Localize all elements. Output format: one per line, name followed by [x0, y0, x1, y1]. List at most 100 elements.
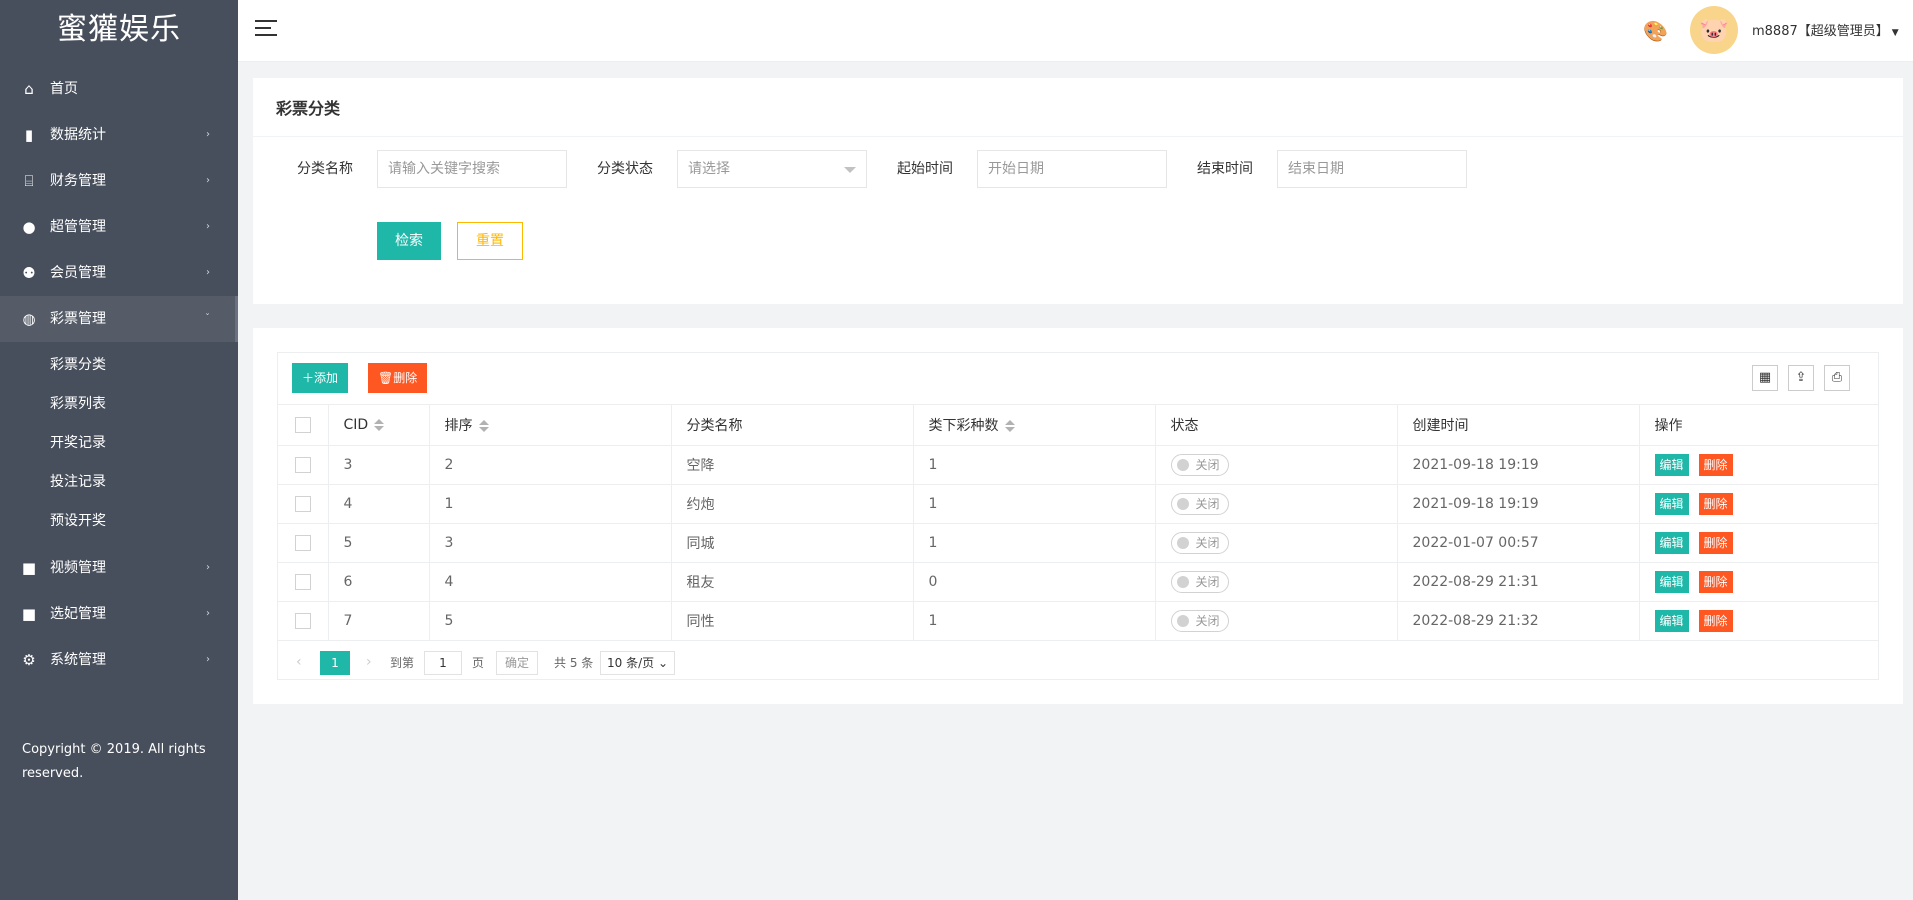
- subnav-item-preset-draw[interactable]: 预设开奖: [0, 502, 238, 541]
- table-row: 3 2 空降 1 关闭 2021-09-18 19:19 编辑 删除: [278, 445, 1878, 485]
- start-date-input[interactable]: 开始日期: [977, 150, 1167, 188]
- sidebar-item-label: 超管管理: [50, 219, 106, 235]
- cell-cid: 5: [328, 523, 430, 563]
- table-row: 6 4 租友 0 关闭 2022-08-29 21:31 编辑 删除: [278, 562, 1878, 602]
- status-toggle[interactable]: 关闭: [1170, 609, 1229, 632]
- sidebar-item-label: 视频管理: [50, 560, 106, 576]
- status-toggle[interactable]: 关闭: [1170, 453, 1229, 476]
- cell-created: 2021-09-18 19:19: [1397, 484, 1640, 524]
- row-checkbox[interactable]: [294, 495, 311, 512]
- user-menu[interactable]: m8887【超级管理员】 ▼: [1752, 20, 1899, 39]
- copyright-text: Copyright © 2019. All rights reserved.: [22, 742, 206, 781]
- cell-sort: 5: [429, 601, 672, 641]
- columns-filter-icon[interactable]: ▦: [1752, 365, 1778, 391]
- chevron-right-icon: ›: [206, 654, 210, 665]
- delete-button[interactable]: 删除: [1698, 570, 1733, 593]
- column-header-cid[interactable]: CID: [328, 405, 430, 446]
- page-size-select[interactable]: 10 条/页 ⌄: [600, 651, 676, 675]
- column-label: 操作: [1654, 417, 1683, 434]
- subnav-item-lottery-category[interactable]: 彩票分类: [0, 346, 238, 385]
- column-label: CID: [343, 416, 369, 433]
- sidebar-item-concubine[interactable]: ■ 选妃管理 ›: [0, 591, 238, 637]
- sidebar-item-stats[interactable]: ▮ 数据统计 ›: [0, 112, 238, 158]
- row-checkbox[interactable]: [294, 534, 311, 551]
- row-checkbox[interactable]: [294, 612, 311, 629]
- batch-delete-button[interactable]: 🗑删除: [368, 363, 428, 393]
- cell-cid: 3: [328, 445, 430, 485]
- sidebar-item-label: 系统管理: [50, 652, 106, 668]
- sidebar-item-video[interactable]: ■ 视频管理 ›: [0, 545, 238, 591]
- search-card: 彩票分类 分类名称 请输入关键字搜索 分类状态 请选择 起始时间 开始日期 结束…: [253, 78, 1903, 304]
- avatar[interactable]: 🐷: [1690, 6, 1738, 54]
- status-toggle[interactable]: 关闭: [1170, 531, 1229, 554]
- select-all-checkbox[interactable]: [294, 416, 311, 433]
- reset-button[interactable]: 重置: [457, 222, 523, 260]
- lottery-subnav: 彩票分类 彩票列表 开奖记录 投注记录 预设开奖: [0, 342, 238, 545]
- sidebar-item-lottery[interactable]: ◍ 彩票管理 ˇ: [0, 296, 238, 342]
- chevron-right-icon: ›: [206, 221, 210, 232]
- menu-toggle-icon[interactable]: [255, 20, 277, 38]
- cell-count: 1: [913, 523, 1156, 563]
- table-row: 7 5 同性 1 关闭 2022-08-29 21:32 编辑 删除: [278, 601, 1878, 641]
- sidebar-item-home[interactable]: ⌂ 首页: [0, 66, 238, 112]
- search-form: 分类名称 请输入关键字搜索 分类状态 请选择 起始时间 开始日期 结束时间 结束…: [253, 150, 1903, 188]
- status-toggle[interactable]: 关闭: [1170, 570, 1229, 593]
- edit-button[interactable]: 编辑: [1654, 531, 1689, 554]
- sidebar-item-members[interactable]: ⚉ 会员管理 ›: [0, 250, 238, 296]
- column-label: 状态: [1170, 417, 1199, 434]
- page-unit-label: 页: [472, 656, 485, 670]
- sidebar-item-admin[interactable]: ● 超管管理 ›: [0, 204, 238, 250]
- category-name-input[interactable]: 请输入关键字搜索: [377, 150, 567, 188]
- chevron-right-icon: ›: [206, 129, 210, 140]
- column-header-sort[interactable]: 排序: [429, 405, 672, 446]
- cell-sort: 3: [429, 523, 672, 563]
- row-checkbox[interactable]: [294, 573, 311, 590]
- subnav-item-lottery-list[interactable]: 彩票列表: [0, 385, 238, 424]
- edit-button[interactable]: 编辑: [1654, 609, 1689, 632]
- search-button[interactable]: 检索: [377, 222, 441, 260]
- theme-palette-icon[interactable]: 🎨: [1643, 19, 1668, 43]
- goto-confirm-button[interactable]: 确定: [496, 651, 539, 675]
- cell-status: 关闭: [1155, 601, 1398, 641]
- column-header-count[interactable]: 类下彩种数: [913, 405, 1156, 446]
- cell-status: 关闭: [1155, 523, 1398, 563]
- page-number-current[interactable]: 1: [320, 651, 350, 675]
- caret-down-icon: ▼: [1891, 28, 1899, 38]
- next-page-icon[interactable]: ›: [366, 651, 372, 673]
- row-checkbox[interactable]: [294, 456, 311, 473]
- status-toggle[interactable]: 关闭: [1170, 492, 1229, 515]
- gear-icon: ⚙: [22, 651, 36, 669]
- row-select-cell: [278, 523, 329, 563]
- row-select-cell: [278, 484, 329, 524]
- edit-button[interactable]: 编辑: [1654, 570, 1689, 593]
- delete-button[interactable]: 删除: [1698, 453, 1733, 476]
- prev-page-icon[interactable]: ‹: [296, 651, 302, 673]
- cell-cid: 4: [328, 484, 430, 524]
- edit-button[interactable]: 编辑: [1654, 453, 1689, 476]
- add-button[interactable]: ＋添加: [292, 363, 349, 393]
- delete-label: 删除: [393, 371, 418, 385]
- subnav-item-draw-records[interactable]: 开奖记录: [0, 424, 238, 463]
- chevron-down-icon: ⌄: [657, 656, 669, 670]
- sidebar-item-system[interactable]: ⚙ 系统管理 ›: [0, 637, 238, 683]
- edit-button[interactable]: 编辑: [1654, 492, 1689, 515]
- user-name: m8887【超级管理员】: [1752, 24, 1889, 39]
- column-label: 类下彩种数: [928, 417, 999, 434]
- sidebar-item-finance[interactable]: ⌸ 财务管理 ›: [0, 158, 238, 204]
- subnav-item-bet-records[interactable]: 投注记录: [0, 463, 238, 502]
- delete-button[interactable]: 删除: [1698, 531, 1733, 554]
- delete-button[interactable]: 删除: [1698, 609, 1733, 632]
- column-header-name: 分类名称: [671, 405, 914, 446]
- export-icon[interactable]: ⇪: [1788, 365, 1814, 391]
- delete-button[interactable]: 删除: [1698, 492, 1733, 515]
- cell-actions: 编辑 删除: [1639, 601, 1878, 641]
- select-all-cell: [278, 405, 329, 446]
- goto-page-input[interactable]: 1: [424, 651, 462, 675]
- app-logo: 蜜獾娱乐: [57, 12, 181, 47]
- video-icon: ■: [21, 559, 37, 577]
- category-status-select[interactable]: 请选择: [677, 150, 867, 188]
- cell-name: 空降: [671, 445, 914, 485]
- print-icon[interactable]: ⎙: [1824, 365, 1850, 391]
- total-count: 共 5 条: [554, 656, 594, 670]
- end-date-input[interactable]: 结束日期: [1277, 150, 1467, 188]
